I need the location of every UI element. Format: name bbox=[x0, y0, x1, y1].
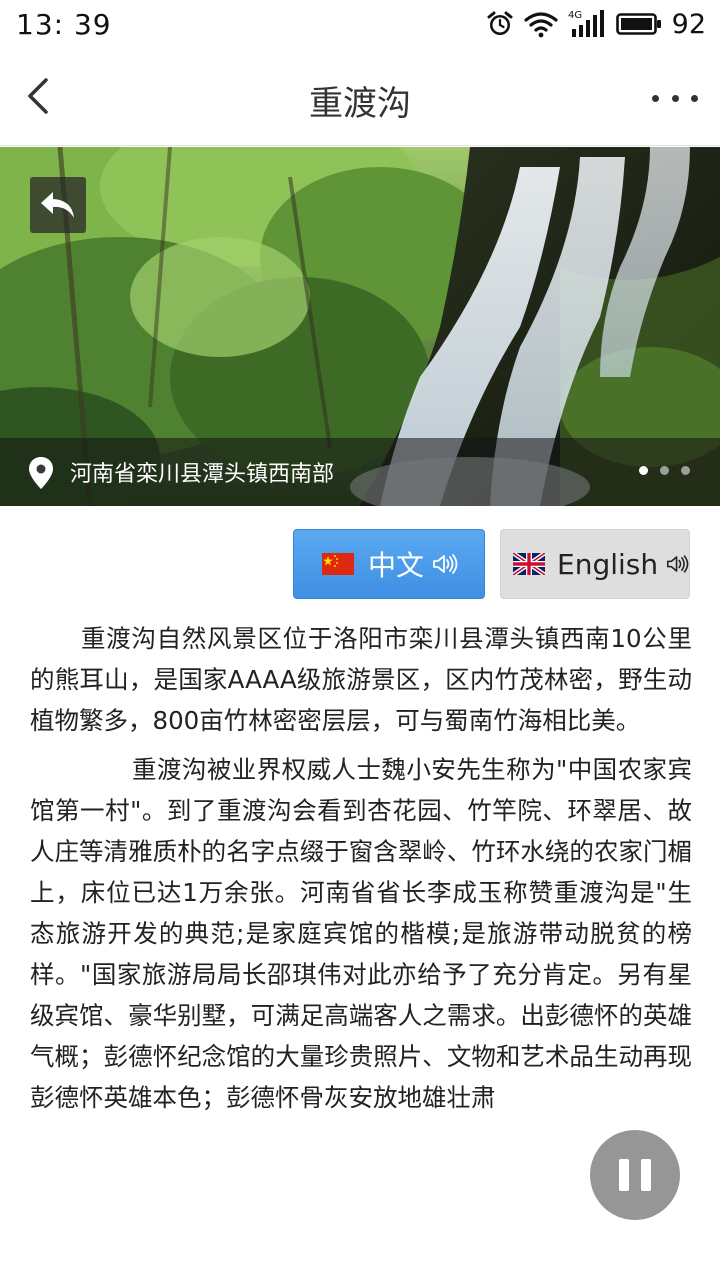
pause-icon[interactable] bbox=[590, 1130, 680, 1220]
article-paragraph: 重渡沟被业界权威人士魏小安先生称为"中国农家宾馆第一村"。到了重渡沟会看到杏花园… bbox=[30, 755, 692, 1112]
china-flag-icon bbox=[322, 553, 354, 575]
location-text: 河南省栾川县潭头镇西南部 bbox=[70, 462, 335, 487]
location-caption: 河南省栾川县潭头镇西南部 bbox=[0, 438, 720, 506]
reply-arrow-icon[interactable] bbox=[30, 177, 86, 233]
status-bar: 13: 39 4G 92 bbox=[0, 0, 720, 48]
signal-4g-icon: 4G bbox=[568, 10, 604, 37]
speaker-icon bbox=[433, 554, 458, 574]
wifi-icon bbox=[524, 12, 558, 38]
hero-carousel[interactable]: 河南省栾川县潭头镇西南部 bbox=[0, 147, 720, 506]
battery-percent: 92 bbox=[671, 8, 706, 40]
language-selector: 中文 English bbox=[0, 529, 720, 599]
speaker-icon bbox=[667, 555, 689, 573]
english-label: English bbox=[557, 547, 659, 581]
battery-icon bbox=[615, 13, 661, 35]
english-audio-button[interactable]: English bbox=[500, 529, 690, 599]
uk-flag-icon bbox=[513, 553, 545, 575]
article-paragraph: 重渡沟自然风景区位于洛阳市栾川县潭头镇西南10公里的熊耳山，是国家AAAA级旅游… bbox=[30, 624, 692, 735]
status-time: 13: 39 bbox=[16, 8, 112, 41]
location-pin-icon bbox=[29, 457, 53, 489]
svg-text:4G: 4G bbox=[568, 10, 582, 21]
chinese-label: 中文 bbox=[368, 549, 425, 582]
carousel-dot[interactable] bbox=[660, 466, 669, 475]
carousel-indicator bbox=[639, 466, 690, 475]
carousel-dot[interactable] bbox=[681, 466, 690, 475]
alarm-icon bbox=[487, 11, 513, 35]
carousel-dot[interactable] bbox=[639, 466, 648, 475]
chinese-audio-button[interactable]: 中文 bbox=[293, 529, 485, 599]
app-header: 重渡沟 bbox=[0, 48, 720, 146]
status-icons: 4G 92 bbox=[486, 8, 706, 40]
more-dots-icon[interactable] bbox=[652, 78, 698, 118]
page-title: 重渡沟 bbox=[309, 84, 411, 124]
article-body: 重渡沟自然风景区位于洛阳市栾川县潭头镇西南10公里的熊耳山，是国家AAAA级旅游… bbox=[30, 618, 692, 1118]
